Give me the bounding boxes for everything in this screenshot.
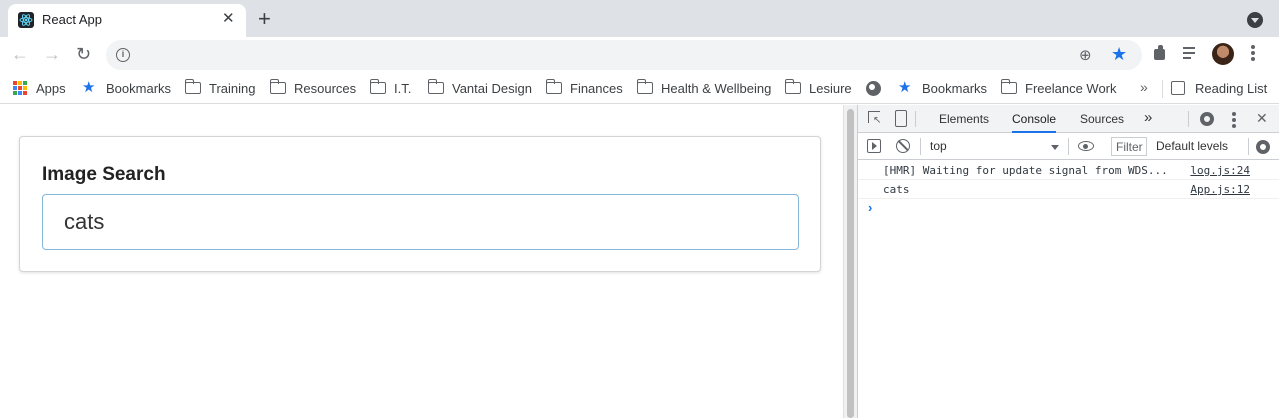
reading-list-button[interactable]: Reading List (1171, 81, 1267, 96)
bookmark-it[interactable]: I.T. (370, 79, 412, 96)
console-toolbar: top Filter Default levels (858, 133, 1279, 160)
bookmark-label: Resources (294, 81, 357, 96)
forward-button[interactable]: → (43, 44, 61, 64)
device-toolbar-icon[interactable] (895, 110, 907, 127)
bookmark-apps[interactable]: Apps (13, 81, 66, 96)
bookmark-vantai-design[interactable]: Vantai Design (428, 79, 532, 96)
bookmark-lesiure[interactable]: Lesiure (785, 79, 852, 96)
folder-icon (1001, 79, 1017, 94)
apps-grid-icon (13, 81, 27, 95)
bookmark-label: Bookmarks (922, 81, 988, 96)
log-source-link[interactable]: log.js:24 (1190, 164, 1250, 177)
react-logo-icon (18, 12, 34, 28)
tab-strip: React App ✕ + (0, 0, 1279, 37)
bookmark-label: Finances (570, 81, 623, 96)
new-tab-button[interactable]: + (258, 8, 271, 30)
eye-icon[interactable] (1078, 141, 1094, 151)
tab-console[interactable]: Console (1012, 105, 1057, 133)
log-message: [HMR] Waiting for update signal from WDS… (883, 164, 1168, 177)
folder-icon (370, 79, 386, 94)
bookmark-training[interactable]: Training (185, 79, 256, 96)
console-settings-gear-icon[interactable] (1256, 140, 1270, 154)
bookmark-bookmarks-2[interactable]: ★ Bookmarks (898, 79, 988, 96)
reload-button[interactable]: ↻ (76, 44, 91, 64)
reading-list-icon (1171, 81, 1185, 95)
bookmark-label: Apps (36, 81, 66, 96)
bookmarks-bar: Apps ★ Bookmarks Training Resources I.T.… (0, 73, 1279, 104)
tab-elements[interactable]: Elements (939, 112, 989, 126)
devtools-tabs-overflow[interactable]: » (1144, 109, 1152, 126)
globe-icon (866, 81, 881, 96)
log-levels-select[interactable]: Default levels (1156, 139, 1236, 153)
console-log-row: [HMR] Waiting for update signal from WDS… (858, 161, 1279, 180)
log-source-link[interactable]: App.js:12 (1190, 183, 1250, 196)
tab-title: React App (42, 12, 102, 27)
console-prompt[interactable]: › (868, 200, 872, 215)
bookmark-resources[interactable]: Resources (270, 79, 357, 96)
bookmark-label: Health & Wellbeing (661, 81, 772, 96)
bookmark-finances[interactable]: Finances (546, 79, 623, 96)
divider (920, 138, 921, 155)
bookmark-label: Vantai Design (452, 81, 532, 96)
back-button[interactable]: ← (11, 44, 29, 64)
bookmarks-overflow-button[interactable]: » (1140, 79, 1148, 95)
inspect-element-icon[interactable]: ↖ (868, 111, 882, 126)
context-select[interactable]: top (930, 139, 947, 153)
more-options-icon[interactable] (1231, 112, 1237, 130)
divider (1188, 111, 1189, 127)
scrollbar-thumb[interactable] (847, 109, 854, 418)
bookmark-label: Lesiure (809, 81, 852, 96)
search-card: Image Search (19, 136, 821, 272)
extensions-icon[interactable] (1152, 45, 1168, 61)
address-bar[interactable]: i ⊕ ★ (106, 40, 1142, 70)
browser-tab[interactable]: React App ✕ (8, 4, 246, 37)
divider (1068, 138, 1069, 155)
folder-icon (546, 79, 562, 94)
divider (1162, 80, 1163, 98)
star-icon: ★ (82, 79, 96, 96)
star-icon: ★ (898, 79, 912, 96)
folder-icon (428, 79, 444, 94)
media-control-icon[interactable] (1183, 45, 1201, 61)
bookmark-health-wellbeing[interactable]: Health & Wellbeing (637, 79, 772, 96)
devtools-panel: ↖ Elements Console Sources » ✕ top Filte… (857, 105, 1279, 418)
zoom-icon[interactable]: ⊕ (1079, 46, 1092, 64)
menu-icon[interactable] (1250, 45, 1256, 63)
bookmark-star-icon[interactable]: ★ (1111, 44, 1127, 65)
settings-gear-icon[interactable] (1200, 112, 1214, 126)
devtools-tabbar: ↖ Elements Console Sources » ✕ (858, 105, 1279, 133)
folder-icon (185, 79, 201, 94)
bookmark-freelance-work[interactable]: Freelance Work (1001, 79, 1117, 96)
sidebar-toggle-icon[interactable] (867, 139, 881, 153)
divider (1248, 138, 1249, 155)
console-filter-input[interactable]: Filter (1111, 137, 1147, 156)
console-log-row: cats App.js:12 (858, 180, 1279, 199)
search-input[interactable] (42, 194, 799, 250)
browser-toolbar: ← → ↻ i ⊕ ★ (0, 37, 1279, 73)
close-icon[interactable]: ✕ (222, 10, 235, 28)
folder-icon (637, 79, 653, 94)
clear-console-icon[interactable] (896, 139, 910, 153)
bookmark-label: Freelance Work (1025, 81, 1117, 96)
log-message: cats (883, 183, 910, 196)
avatar[interactable] (1212, 43, 1234, 65)
page-scrollbar[interactable] (843, 105, 857, 418)
search-label: Image Search (42, 164, 166, 185)
page-viewport: Image Search (0, 105, 843, 418)
folder-icon (270, 79, 286, 94)
divider (915, 111, 916, 127)
tab-sources[interactable]: Sources (1080, 112, 1124, 126)
folder-icon (785, 79, 801, 94)
bookmark-label: I.T. (394, 81, 412, 96)
tab-search-icon[interactable] (1247, 12, 1263, 28)
bookmark-label: Bookmarks (106, 81, 172, 96)
reading-list-label: Reading List (1195, 81, 1268, 96)
bookmark-label: Training (209, 81, 256, 96)
info-icon[interactable]: i (116, 48, 130, 62)
chevron-down-icon[interactable] (1051, 145, 1059, 150)
close-devtools-icon[interactable]: ✕ (1256, 110, 1268, 127)
bookmark-bookmarks[interactable]: ★ Bookmarks (82, 79, 172, 96)
